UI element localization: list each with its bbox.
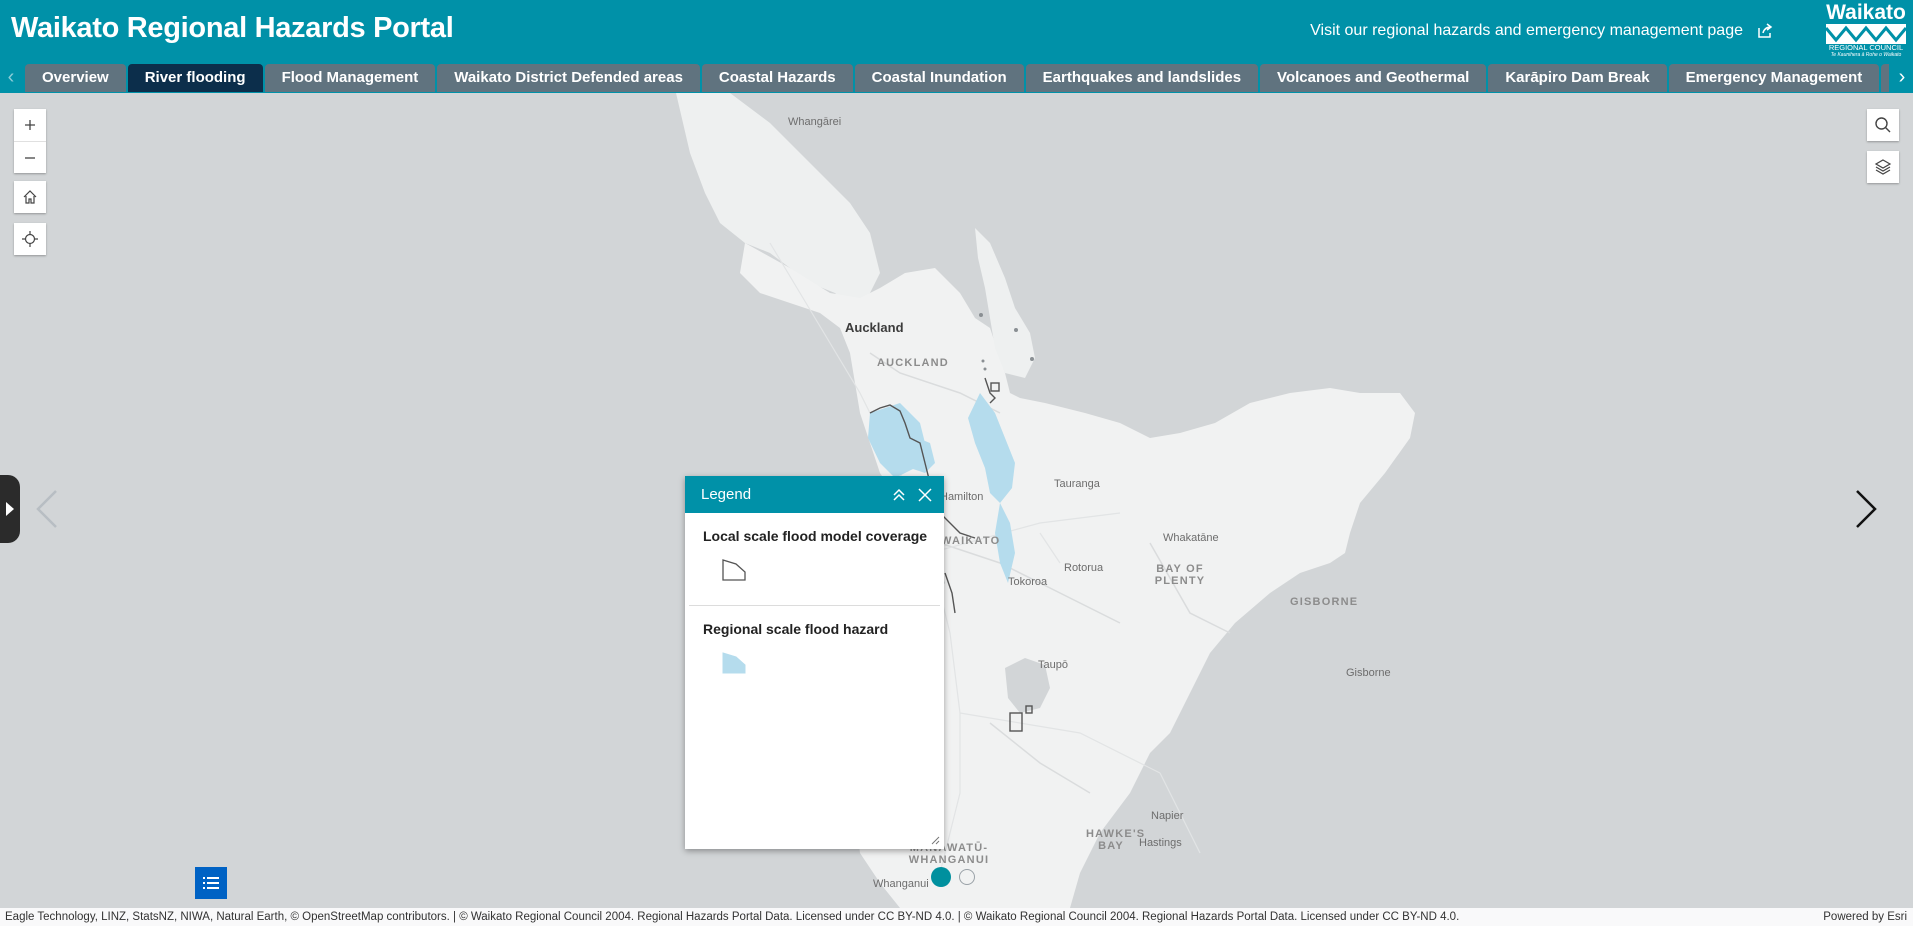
slide-dot-active[interactable] [931, 867, 951, 887]
map-label: Hastings [1139, 837, 1182, 849]
tab-emergency-management[interactable]: Emergency Management [1668, 64, 1880, 92]
crosshair-icon [22, 231, 38, 247]
layers-icon [1874, 159, 1892, 175]
map-label: Tauranga [1054, 478, 1100, 490]
map-label: Whakatāne [1163, 532, 1219, 544]
home-button[interactable] [14, 181, 46, 213]
plus-icon [25, 120, 35, 130]
map-label: Whanganui [873, 878, 929, 890]
search-icon [1875, 117, 1891, 133]
page-title: Waikato Regional Hazards Portal [11, 12, 454, 44]
resize-handle-icon[interactable] [930, 835, 940, 845]
side-panel-toggle[interactable] [0, 475, 20, 543]
map-label: Auckland [845, 320, 904, 335]
map-label: Hamilton [940, 491, 984, 503]
tabs-scroll-left-icon[interactable]: ‹ [0, 65, 22, 91]
council-logo: Waikato REGIONAL COUNCIL Te Kaunihera ā … [1825, 2, 1907, 60]
chevron-left-icon [36, 490, 57, 528]
share-icon [1758, 23, 1773, 38]
legend-item-label: Regional scale flood hazard [703, 621, 889, 637]
map-label: HAWKE'S BAY [1086, 828, 1146, 852]
zoom-controls [14, 109, 46, 173]
legend-header: Legend [685, 476, 944, 513]
tabs-scroll-right-icon[interactable]: › [1891, 65, 1913, 91]
tab-river-flooding[interactable]: River flooding [127, 64, 263, 92]
map-label: Taupō [1038, 659, 1068, 671]
double-chevron-up-icon [893, 488, 905, 501]
layers-button[interactable] [1867, 151, 1899, 183]
zoom-out-button[interactable] [14, 141, 46, 173]
zoom-in-button[interactable] [14, 109, 46, 141]
legend-item: Regional scale flood hazard [689, 605, 940, 698]
home-icon [23, 190, 37, 204]
map-label: BAY OF PLENTY [1154, 563, 1206, 587]
legend-panel: Legend Local scale flood model coverage … [685, 476, 944, 849]
locate-control [14, 223, 46, 255]
map-label: GISBORNE [1290, 596, 1359, 608]
tab-kar-piro-dam-break[interactable]: Karāpiro Dam Break [1488, 64, 1667, 92]
tab-coastal-inundation[interactable]: Coastal Inundation [854, 64, 1024, 92]
next-slide-button[interactable] [1845, 485, 1885, 533]
app-header: Waikato Regional Hazards Portal Visit ou… [0, 0, 1913, 93]
polygon-outline-swatch-icon [722, 559, 746, 581]
previous-slide-button[interactable] [28, 485, 68, 533]
map-label: Whangārei [788, 116, 842, 128]
map-attribution: Eagle Technology, LINZ, StatsNZ, NIWA, N… [0, 908, 1913, 926]
locate-button[interactable] [14, 223, 46, 255]
map-view[interactable]: Whangārei Auckland AUCKLAND Tauranga Whakatā… [0, 93, 1913, 908]
polygon-fill-swatch-icon [722, 652, 746, 674]
chevron-right-icon [1856, 490, 1877, 528]
tab-earthquakes-and-landslides[interactable]: Earthquakes and landslides [1025, 64, 1259, 92]
map-label: Gisborne [1346, 667, 1391, 679]
search-button[interactable] [1867, 109, 1899, 141]
tab-volcanoes-and-geothermal[interactable]: Volcanoes and Geothermal [1260, 64, 1487, 92]
list-icon [203, 877, 219, 889]
legend-toggle-button[interactable] [195, 867, 227, 899]
legend-collapse-button[interactable] [886, 482, 912, 508]
logo-word: Waikato [1826, 1, 1906, 24]
minus-icon [25, 156, 35, 159]
map-label: Tokoroa [1008, 576, 1048, 588]
home-control [14, 181, 46, 213]
tab-coastal-hazards[interactable]: Coastal Hazards [701, 64, 853, 92]
tab-waikato-district-defended-areas[interactable]: Waikato District Defended areas [437, 64, 700, 92]
hazards-page-link-label: Visit our regional hazards and emergency… [1310, 22, 1743, 39]
tab-flood-management[interactable]: Flood Management [264, 64, 436, 92]
tab-bar: ‹ Overview River flooding Flood Management… [0, 62, 1913, 93]
logo-sub2: Te Kaunihera ā Rohe o Waikato [1830, 52, 1902, 58]
legend-item-label: Local scale flood model coverage [703, 528, 928, 544]
map-label: Napier [1151, 810, 1184, 822]
logo-wave-icon [1826, 24, 1906, 44]
attribution-text: Eagle Technology, LINZ, StatsNZ, NIWA, N… [5, 911, 1460, 923]
tab-waikato-regional-council[interactable]: Waikato Regional Council [1881, 64, 1889, 92]
map-label: Rotorua [1064, 562, 1104, 574]
close-icon [918, 487, 932, 502]
hazards-page-link[interactable]: Visit our regional hazards and emergency… [1310, 22, 1773, 40]
powered-by-esri[interactable]: Powered by Esri [1823, 908, 1907, 926]
tab-overview[interactable]: Overview [25, 64, 126, 92]
tabs: Overview River flooding Flood Management Wa… [25, 64, 1889, 93]
legend-item: Local scale flood model coverage [689, 513, 940, 605]
slide-pager [931, 867, 975, 887]
legend-close-button[interactable] [912, 482, 938, 508]
logo-sub: REGIONAL COUNCIL [1828, 43, 1904, 52]
play-triangle-icon [6, 502, 14, 516]
map-label: AUCKLAND [877, 357, 949, 369]
legend-body: Local scale flood model coverage Regiona… [685, 513, 944, 698]
slide-dot[interactable] [959, 869, 975, 885]
legend-title: Legend [701, 486, 752, 503]
map-label: WAIKATO [941, 535, 1001, 547]
